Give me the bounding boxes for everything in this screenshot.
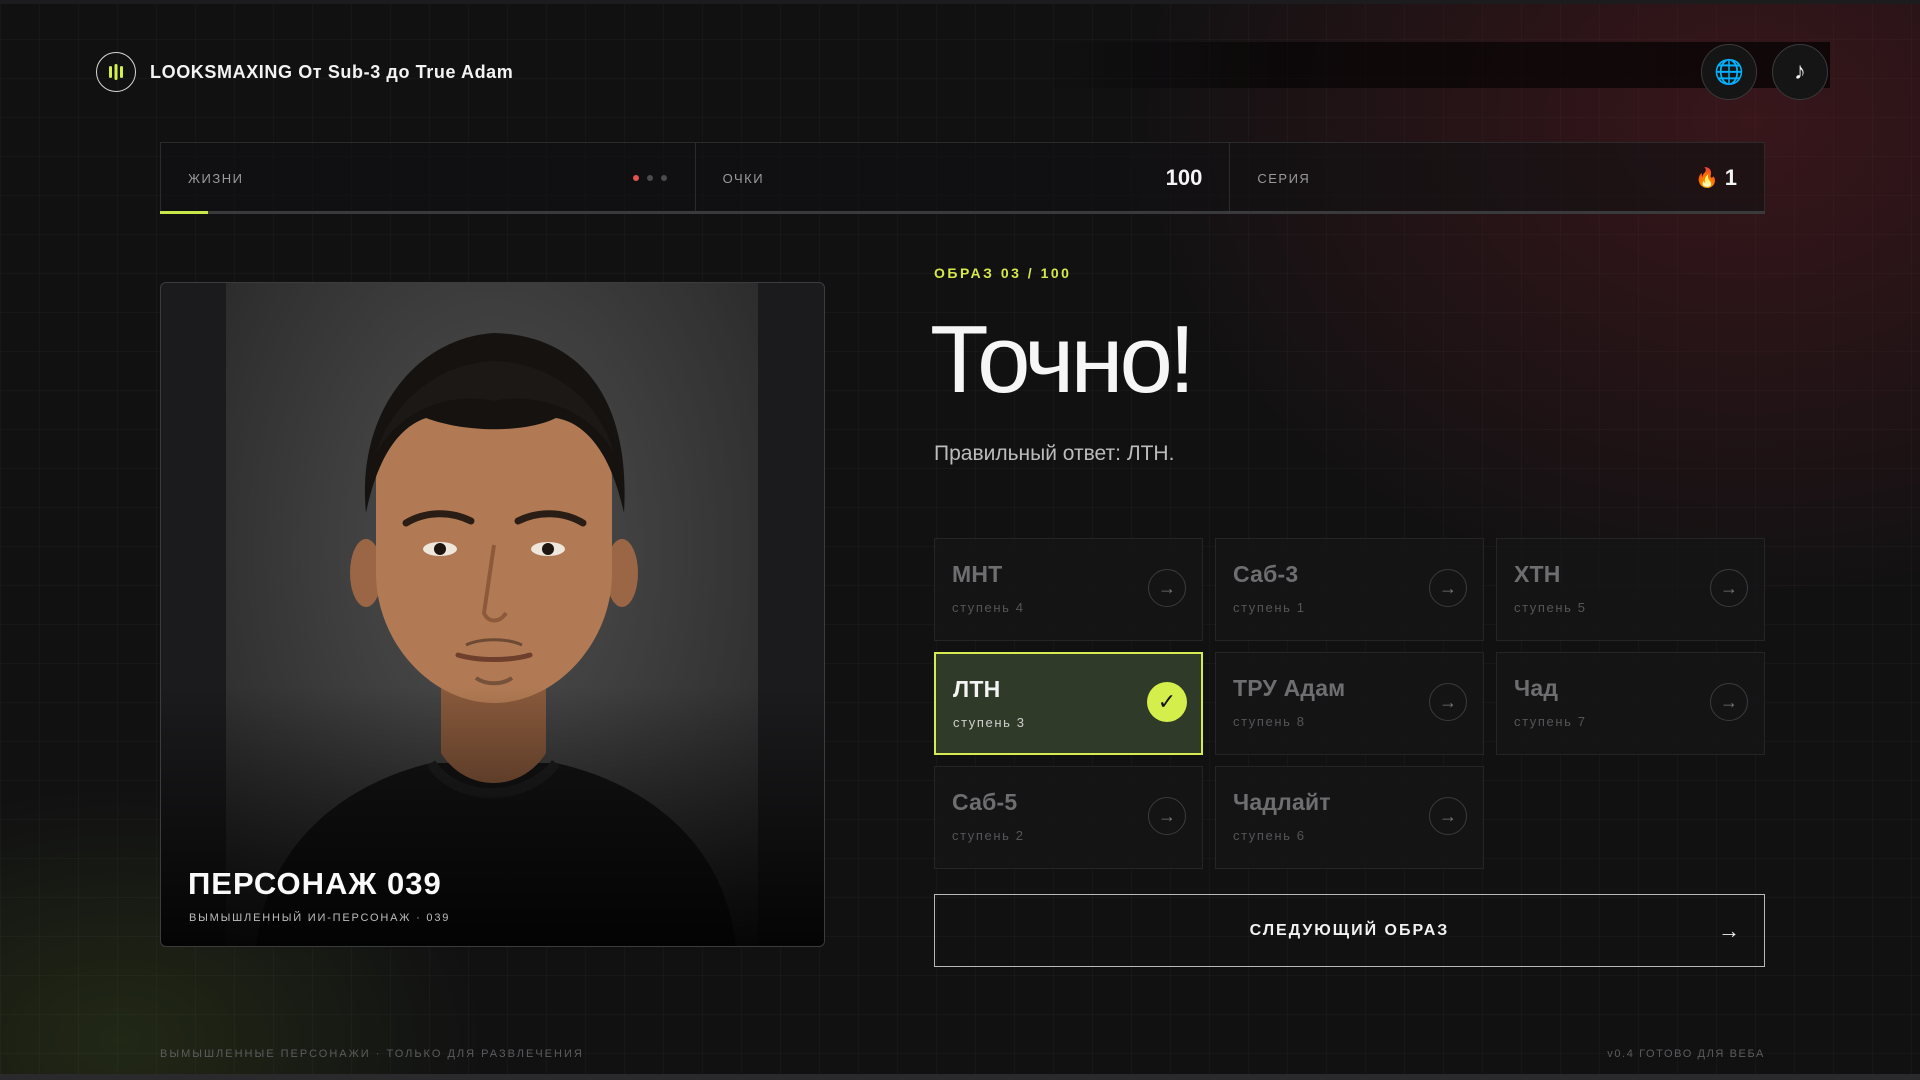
arrow-right-icon: → — [1429, 797, 1467, 835]
option-step: ступень 3 — [953, 715, 1026, 730]
fire-icon: 🔥 — [1695, 168, 1719, 189]
checkmark-icon: ✓ — [1147, 682, 1187, 722]
points-value: 100 — [1165, 165, 1203, 190]
character-name: ПЕРСОНАЖ 039 — [188, 866, 442, 901]
life-dot — [646, 175, 653, 181]
option-step: ступень 6 — [1233, 828, 1306, 843]
points-label: ОЧКИ — [722, 170, 765, 186]
character-subtitle: ВЫМЫШЛЕННЫЙ ИИ-ПЕРСОНАЖ · 039 — [189, 912, 451, 924]
option-chad[interactable]: Чад ступень 7 → — [1496, 652, 1765, 755]
option-chadlite[interactable]: Чадлайт ступень 6 → — [1215, 766, 1484, 869]
app-title: LOOKSMAXING От Sub-3 до True Adam — [150, 61, 514, 82]
streak-display: 🔥 1 — [1695, 165, 1737, 191]
option-step: ступень 5 — [1514, 600, 1587, 615]
option-step: ступень 1 — [1233, 600, 1306, 615]
footer-disclaimer: ВЫМЫШЛЕННЫЕ ПЕРСОНАЖИ · ТОЛЬКО ДЛЯ РАЗВЛ… — [160, 1048, 584, 1060]
points-stat: ОЧКИ 100 — [694, 143, 1230, 213]
arrow-right-icon: → — [1710, 569, 1748, 607]
streak-label: СЕРИЯ — [1257, 170, 1311, 186]
progress-fill — [160, 211, 209, 214]
streak-stat: СЕРИЯ 🔥 1 — [1229, 143, 1764, 213]
language-globe-button[interactable]: 🌐 — [1701, 44, 1757, 100]
arrow-right-icon: → — [1718, 917, 1740, 943]
arrow-right-icon: → — [1710, 683, 1748, 721]
result-title: Точно! — [930, 306, 1196, 413]
option-mnt[interactable]: МНТ ступень 4 → — [934, 538, 1203, 641]
option-step: ступень 8 — [1233, 714, 1306, 729]
option-step: ступень 7 — [1514, 714, 1587, 729]
footer-version: v0.4 ГОТОВО ДЛЯ ВЕБА — [1607, 1048, 1765, 1060]
arrow-right-icon: → — [1148, 797, 1186, 835]
lives-indicator — [632, 175, 667, 181]
lives-label: ЖИЗНИ — [188, 170, 244, 186]
portrait-shade — [161, 686, 824, 946]
next-image-button[interactable]: СЛЕДУЮЩИЙ ОБРАЗ → — [934, 894, 1765, 967]
logo-bars-icon — [96, 52, 136, 92]
option-htn[interactable]: ХТН ступень 5 → — [1496, 538, 1765, 641]
lives-stat: ЖИЗНИ — [161, 143, 695, 213]
option-step: ступень 4 — [952, 600, 1025, 615]
option-true-adam[interactable]: ТРУ Адам ступень 8 → — [1215, 652, 1484, 755]
progress-track — [160, 211, 1765, 214]
music-note-icon: ♪ — [1794, 58, 1806, 85]
portrait-card: ПЕРСОНАЖ 039 ВЫМЫШЛЕННЫЙ ИИ-ПЕРСОНАЖ · 0… — [160, 282, 825, 947]
correct-answer-text: Правильный ответ: ЛТН. — [934, 442, 1175, 465]
stats-bar: ЖИЗНИ ОЧКИ 100 СЕРИЯ 🔥 1 — [160, 142, 1765, 214]
arrow-right-icon: → — [1148, 569, 1186, 607]
arrow-right-icon: → — [1429, 569, 1467, 607]
music-toggle-button[interactable]: ♪ — [1772, 44, 1828, 100]
round-label: ОБРАЗ 03 / 100 — [934, 265, 1072, 281]
globe-icon: 🌐 — [1714, 58, 1744, 86]
answer-options-grid: МНТ ступень 4 → Саб-3 ступень 1 → ХТН ст… — [934, 538, 1765, 869]
app-header: LOOKSMAXING От Sub-3 до True Adam — [96, 52, 513, 92]
next-button-label: СЛЕДУЮЩИЙ ОБРАЗ — [1249, 921, 1450, 939]
option-sub-3[interactable]: Саб-3 ступень 1 → — [1215, 538, 1484, 641]
life-dot — [632, 175, 639, 181]
option-sub-5[interactable]: Саб-5 ступень 2 → — [934, 766, 1203, 869]
streak-value: 1 — [1724, 165, 1738, 190]
life-dot — [660, 175, 667, 181]
option-step: ступень 2 — [952, 828, 1025, 843]
arrow-right-icon: → — [1429, 683, 1467, 721]
window-top-edge — [0, 0, 1920, 4]
option-ltn-correct[interactable]: ЛТН ступень 3 ✓ — [934, 652, 1203, 755]
window-bottom-edge — [0, 1074, 1920, 1080]
